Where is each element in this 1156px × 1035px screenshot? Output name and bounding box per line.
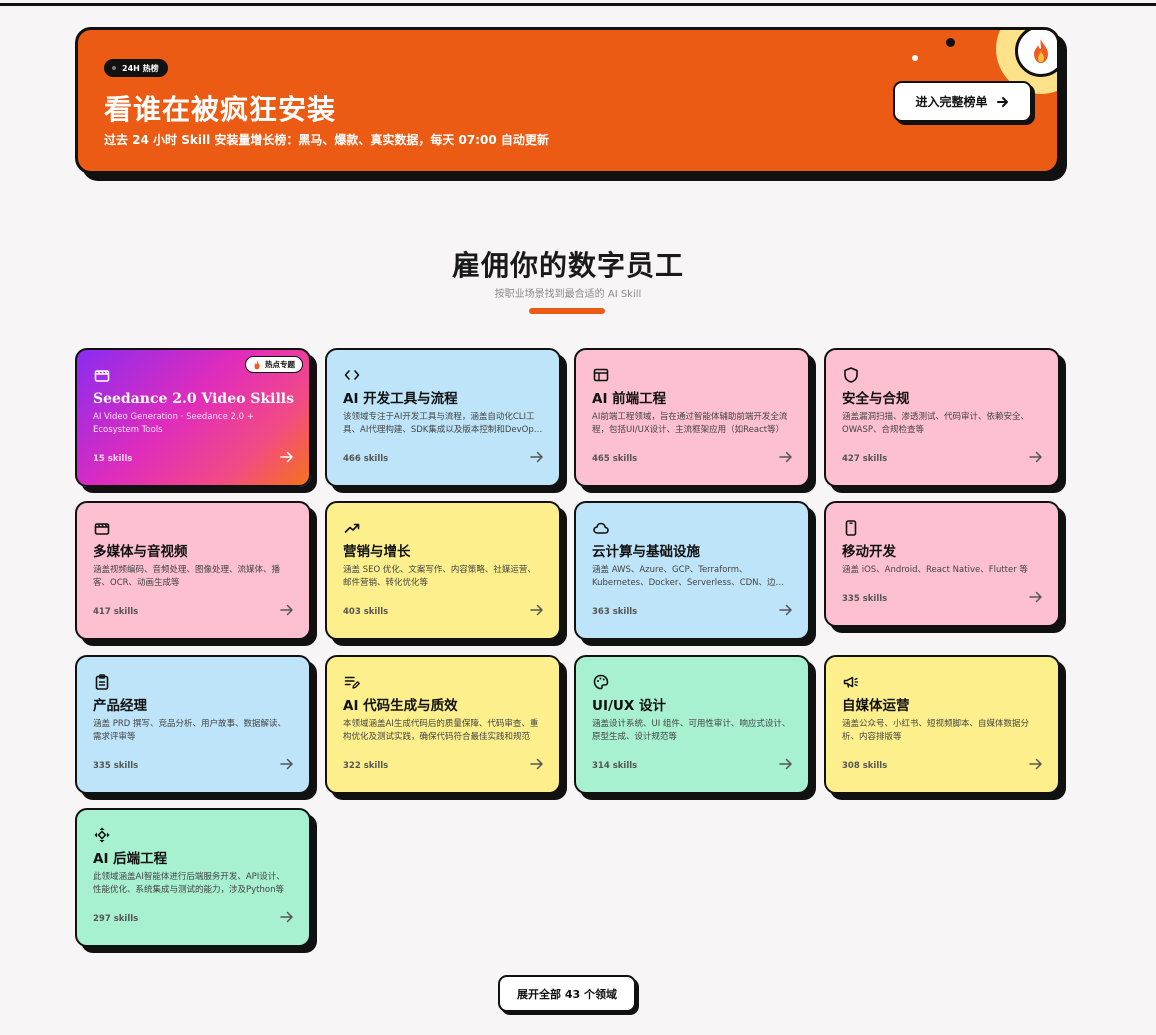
list-pen-icon	[343, 673, 361, 691]
card-skill-count: 335 skills	[93, 761, 139, 771]
card-skill-count: 308 skills	[842, 761, 888, 771]
arrow-right-icon	[1028, 449, 1044, 469]
expand-all-button[interactable]: 展开全部 43 个领域	[498, 975, 636, 1012]
card-skill-count: 322 skills	[343, 761, 389, 771]
card-skill-count: 427 skills	[842, 454, 888, 464]
arrow-right-icon	[1028, 589, 1044, 609]
arrow-right-icon	[529, 449, 545, 469]
arrow-right-icon	[279, 756, 295, 776]
arrow-right-icon	[778, 602, 794, 622]
category-card-ai-backend[interactable]: AI 后端工程 此领域涵盖AI智能体进行后端服务开发、API设计、性能优化、系统…	[75, 808, 311, 947]
card-title: Seedance 2.0 Video Skills	[93, 391, 294, 407]
arrow-right-icon	[529, 756, 545, 776]
fire-icon	[1015, 30, 1057, 77]
category-card-ai-frontend[interactable]: AI 前端工程 AI前端工程领域，旨在通过智能体辅助前端开发全流程，包括UI/U…	[574, 348, 810, 487]
card-skill-count: 363 skills	[592, 607, 638, 617]
card-skill-count: 314 skills	[592, 761, 638, 771]
arrow-right-icon	[778, 756, 794, 776]
category-card-self-media[interactable]: 自媒体运营 涵盖公众号、小红书、短视频脚本、自媒体数据分析、内容排版等 308 …	[824, 655, 1060, 794]
arrow-right-icon	[279, 449, 295, 469]
full-ranking-label: 进入完整榜单	[915, 95, 988, 109]
card-description: 涵盖 PRD 撰写、竞品分析、用户故事、数据解读、需求评审等	[93, 719, 286, 742]
section-title: 雇佣你的数字员工	[451, 249, 684, 282]
card-skill-count: 297 skills	[93, 914, 139, 924]
fire-icon	[254, 360, 260, 369]
card-description: 涵盖设计系统、UI 组件、可用性审计、响应式设计、原型生成、设计规范等	[592, 719, 791, 742]
hot-topic-label: 热点专题	[265, 360, 295, 369]
arrow-right-icon	[279, 909, 295, 929]
card-description: 此领域涵盖AI智能体进行后端服务开发、API设计、性能优化、系统集成与测试的能力…	[93, 872, 285, 895]
category-card-seedance[interactable]: 热点专题 Seedance 2.0 Video Skills AI Video …	[75, 348, 311, 487]
category-card-multimedia[interactable]: 多媒体与音视频 涵盖视频编码、音频处理、图像处理、流媒体、播客、OCR、动画生成…	[75, 501, 311, 640]
palette-icon	[592, 673, 610, 691]
arrow-right-icon	[778, 449, 794, 469]
category-card-ai-dev-tools[interactable]: AI 开发工具与流程 该领域专注于AI开发工具与流程，涵盖自动化CLI工具、AI…	[325, 348, 561, 487]
banner-title: 看谁在被疯狂安装	[104, 93, 337, 126]
arrow-right-icon	[1028, 756, 1044, 776]
card-description: 涵盖视频编码、音频处理、图像处理、流媒体、播客、OCR、动画生成等	[93, 565, 281, 588]
card-title: 产品经理	[93, 698, 147, 714]
full-ranking-button[interactable]: 进入完整榜单	[893, 81, 1032, 122]
category-card-marketing[interactable]: 营销与增长 涵盖 SEO 优化、文案写作、内容策略、社媒运营、邮件营销、转化优化…	[325, 501, 561, 640]
card-title: 安全与合规	[842, 391, 910, 407]
card-title: 多媒体与音视频	[93, 544, 188, 560]
cloud-icon	[592, 519, 610, 537]
card-title: 云计算与基础设施	[592, 544, 700, 560]
section-underline	[529, 308, 605, 314]
shield-icon	[842, 366, 860, 384]
card-skill-count: 466 skills	[343, 454, 389, 464]
card-description: 涵盖 SEO 优化、文案写作、内容策略、社媒运营、邮件营销、转化优化等	[343, 565, 536, 588]
category-card-mobile[interactable]: 移动开发 涵盖 iOS、Android、React Native、Flutter…	[824, 501, 1060, 627]
browser-window-icon	[592, 366, 610, 384]
card-title: AI 后端工程	[93, 851, 168, 867]
card-description: 涵盖漏洞扫描、渗透测试、代码审计、依赖安全、OWASP、合规检查等	[842, 412, 1030, 435]
card-skill-count: 465 skills	[592, 454, 638, 464]
card-title: AI 前端工程	[592, 391, 667, 407]
card-skill-count: 335 skills	[842, 594, 888, 604]
move-arrows-icon	[93, 826, 111, 844]
category-card-cloud[interactable]: 云计算与基础设施 涵盖 AWS、Azure、GCP、Terraform、Kube…	[574, 501, 810, 640]
card-description: 本领域涵盖AI生成代码后的质量保障、代码审查、重构优化及测试实践，确保代码符合最…	[343, 719, 539, 742]
hot-topic-tag: 热点专题	[245, 356, 303, 373]
code-icon	[343, 366, 361, 384]
hot-ranking-banner[interactable]: 24H 热榜 看谁在被疯狂安装 过去 24 小时 Skill 安装量增长榜：黑马…	[75, 27, 1060, 174]
clipboard-icon	[93, 673, 111, 691]
hot-badge-label: 24H 热榜	[122, 63, 159, 73]
clapperboard-icon	[93, 366, 111, 384]
badge-dot	[112, 66, 116, 70]
category-card-ai-codegen[interactable]: AI 代码生成与质效 本领域涵盖AI生成代码后的质量保障、代码审查、重构优化及测…	[325, 655, 561, 794]
card-description: 该领域专注于AI开发工具与流程，涵盖自动化CLI工具、AI代理构建、SDK集成以…	[343, 412, 539, 435]
card-title: 自媒体运营	[842, 698, 910, 714]
hot-badge: 24H 热榜	[104, 59, 168, 77]
category-card-uiux[interactable]: UI/UX 设计 涵盖设计系统、UI 组件、可用性审计、响应式设计、原型生成、设…	[574, 655, 810, 794]
card-description: 涵盖 iOS、Android、React Native、Flutter 等	[842, 565, 1028, 575]
category-card-product-manager[interactable]: 产品经理 涵盖 PRD 撰写、竞品分析、用户故事、数据解读、需求评审等 335 …	[75, 655, 311, 794]
card-title: UI/UX 设计	[592, 698, 666, 714]
card-description: 涵盖公众号、小红书、短视频脚本、自媒体数据分析、内容排版等	[842, 719, 1030, 742]
category-card-security[interactable]: 安全与合规 涵盖漏洞扫描、渗透测试、代码审计、依赖安全、OWASP、合规检查等 …	[824, 348, 1060, 487]
top-border	[0, 3, 1156, 6]
card-title: 营销与增长	[343, 544, 411, 560]
arrow-right-icon	[279, 602, 295, 622]
arrow-right-icon	[996, 96, 1008, 107]
smartphone-icon	[842, 519, 860, 537]
card-description: AI前端工程领域，旨在通过智能体辅助前端开发全流程，包括UI/UX设计、主流框架…	[592, 412, 788, 435]
card-title: AI 开发工具与流程	[343, 391, 458, 407]
trending-up-icon	[343, 519, 361, 537]
card-skill-count: 15 skills	[93, 454, 133, 464]
card-description: 涵盖 AWS、Azure、GCP、Terraform、Kubernetes、Do…	[592, 565, 785, 588]
card-description: AI Video Generation · Seedance 2.0 + Eco…	[93, 412, 254, 435]
banner-decor-dot	[946, 38, 955, 47]
banner-decor-dot	[912, 55, 918, 61]
card-title: 移动开发	[842, 544, 896, 560]
banner-subtitle: 过去 24 小时 Skill 安装量增长榜：黑马、爆款、真实数据，每天 07:0…	[104, 133, 549, 147]
arrow-right-icon	[529, 602, 545, 622]
card-skill-count: 417 skills	[93, 607, 139, 617]
card-title: AI 代码生成与质效	[343, 698, 458, 714]
megaphone-icon	[842, 673, 860, 691]
clapperboard-icon	[93, 519, 111, 537]
card-skill-count: 403 skills	[343, 607, 389, 617]
section-subtitle: 按职业场景找到最合适的 AI Skill	[494, 289, 642, 300]
expand-all-label: 展开全部 43 个领域	[517, 987, 617, 1001]
